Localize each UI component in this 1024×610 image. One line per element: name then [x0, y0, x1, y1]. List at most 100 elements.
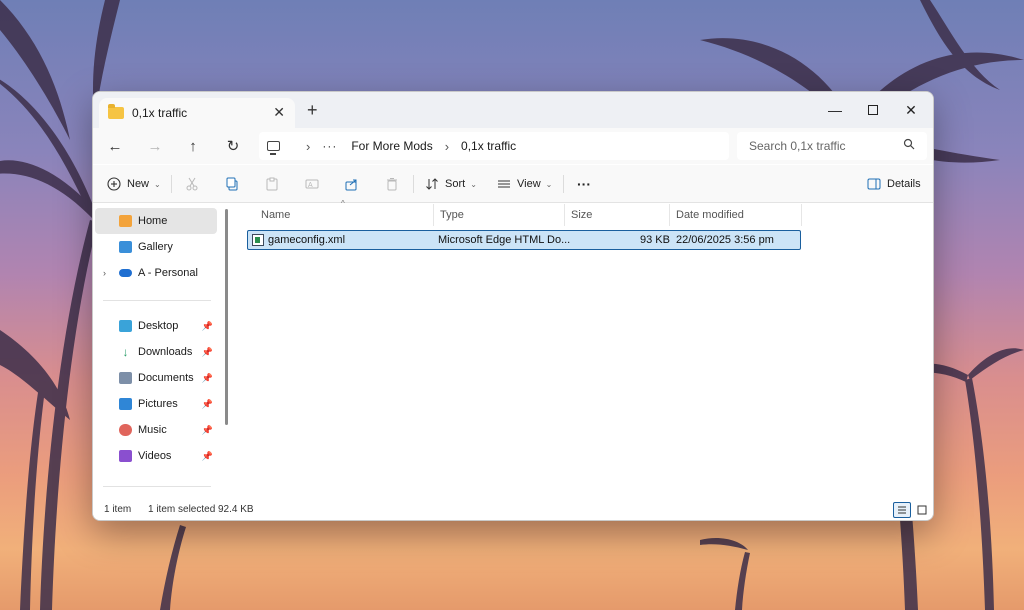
pin-icon: 📌 — [201, 372, 213, 383]
breadcrumb[interactable]: › ··· For More Mods › 0,1x traffic — [259, 132, 729, 160]
details-pane-icon — [867, 178, 881, 190]
tiles-view-button[interactable] — [913, 502, 931, 518]
documents-icon — [119, 372, 132, 384]
file-name: gameconfig.xml — [268, 234, 346, 246]
column-header-type[interactable]: Type — [434, 204, 565, 226]
address-bar: ← → ↑ ↻ › ··· For More Mods › 0,1x traff… — [93, 128, 933, 164]
desktop-icon — [119, 320, 132, 332]
sidebar-item-gallery[interactable]: Gallery — [95, 234, 217, 260]
sidebar-item-label: Pictures — [138, 398, 178, 410]
file-explorer-window: 0,1x traffic ✕ + — ✕ ← → ↑ ↻ › ··· For M… — [92, 91, 934, 521]
sidebar-item-label: Documents — [138, 372, 194, 384]
table-row[interactable]: gameconfig.xml Microsoft Edge HTML Do...… — [247, 230, 801, 250]
sidebar-item-music[interactable]: Music 📌 — [95, 417, 217, 443]
pin-icon: 📌 — [201, 398, 213, 409]
tab-0-1x-traffic[interactable]: 0,1x traffic ✕ — [99, 98, 295, 128]
sidebar-item-label: Gallery — [138, 241, 173, 253]
view-button[interactable]: View ⌄ — [497, 172, 552, 196]
search-box[interactable] — [737, 132, 927, 160]
chevron-right-icon[interactable]: › — [103, 268, 106, 278]
downloads-icon: ↓ — [122, 345, 129, 359]
folder-icon — [108, 104, 124, 119]
breadcrumb-overflow-button[interactable]: ··· — [322, 139, 337, 153]
forward-button[interactable]: → — [141, 134, 169, 158]
cut-button[interactable] — [185, 172, 199, 196]
this-pc-icon[interactable] — [267, 141, 280, 155]
sort-button[interactable]: Sort ⌄ — [425, 172, 477, 196]
details-view-icon — [898, 506, 906, 514]
sidebar-item-label: Home — [138, 215, 168, 227]
refresh-button[interactable]: ↻ — [219, 134, 247, 158]
new-tab-button[interactable]: + — [307, 100, 318, 121]
sidebar-scrollbar[interactable] — [225, 209, 228, 425]
sidebar-item-desktop[interactable]: Desktop 📌 — [95, 313, 217, 339]
details-pane-button[interactable]: Details — [867, 172, 921, 196]
column-header-date-modified[interactable]: Date modified — [670, 204, 802, 226]
file-type: Microsoft Edge HTML Do... — [438, 234, 571, 246]
delete-button[interactable] — [385, 172, 399, 196]
title-bar: 0,1x traffic ✕ + — ✕ — [93, 92, 933, 128]
close-button[interactable]: ✕ — [891, 92, 931, 128]
music-icon — [119, 424, 132, 436]
column-header-size[interactable]: Size — [565, 204, 670, 226]
chevron-right-icon[interactable]: › — [306, 139, 310, 154]
status-bar: 1 item 1 item selected 92.4 KB — [93, 500, 933, 520]
view-icon — [498, 180, 510, 188]
sidebar-item-label: Desktop — [138, 320, 179, 332]
rename-button[interactable]: A — [305, 172, 319, 196]
rename-icon: A — [305, 179, 319, 189]
chevron-down-icon: ⌄ — [545, 179, 553, 189]
breadcrumb-for-more-mods[interactable]: For More Mods — [351, 139, 432, 153]
breadcrumb-current-folder[interactable]: 0,1x traffic — [461, 139, 516, 153]
plus-circle-icon — [107, 177, 121, 191]
maximize-button[interactable] — [853, 92, 893, 128]
cut-icon — [186, 177, 198, 191]
delete-icon — [387, 178, 397, 191]
sidebar-item-onedrive-personal[interactable]: › A - Personal — [95, 260, 217, 286]
share-button[interactable] — [345, 172, 359, 196]
toolbar-divider — [413, 175, 414, 193]
chevron-down-icon: ⌄ — [154, 179, 161, 189]
paste-icon — [266, 177, 278, 191]
new-button[interactable]: New ⌄ — [107, 172, 161, 196]
copy-icon — [226, 177, 238, 191]
details-view-button[interactable] — [893, 502, 911, 518]
svg-text:A: A — [308, 182, 313, 189]
pin-icon: 📌 — [201, 346, 213, 357]
copy-button[interactable] — [225, 172, 239, 196]
pictures-icon — [119, 398, 132, 410]
videos-icon — [119, 450, 132, 462]
home-icon — [119, 215, 132, 227]
sidebar-item-pictures[interactable]: Pictures 📌 — [95, 391, 217, 417]
xml-file-icon — [252, 234, 264, 246]
sidebar-item-label: A - Personal — [138, 267, 198, 279]
column-header-name[interactable]: Name — [255, 204, 434, 226]
minimize-button[interactable]: — — [815, 92, 855, 128]
tab-close-button[interactable]: ✕ — [273, 104, 285, 121]
sidebar-item-downloads[interactable]: ↓ Downloads 📌 — [95, 339, 217, 365]
selection-status: 1 item selected — [148, 504, 216, 515]
tab-title: 0,1x traffic — [132, 106, 188, 120]
search-input[interactable] — [749, 139, 899, 153]
sidebar-divider — [103, 486, 211, 487]
view-button-label: View — [517, 178, 541, 190]
sidebar-item-home[interactable]: Home — [95, 208, 217, 234]
file-date-modified: 22/06/2025 3:56 pm — [676, 234, 774, 246]
selection-size: 92.4 KB — [218, 504, 254, 515]
paste-button[interactable] — [265, 172, 279, 196]
sidebar-item-videos[interactable]: Videos 📌 — [95, 443, 217, 469]
up-button[interactable]: ↑ — [179, 134, 207, 158]
sidebar-item-label: Music — [138, 424, 167, 436]
pin-icon: 📌 — [201, 450, 213, 461]
new-button-label: New — [127, 178, 150, 190]
file-list: ^ Name Type Size Date modified gameconfi… — [233, 199, 933, 502]
back-button[interactable]: ← — [101, 134, 129, 158]
sidebar-item-documents[interactable]: Documents 📌 — [95, 365, 217, 391]
search-icon[interactable] — [903, 138, 915, 150]
chevron-right-icon[interactable]: › — [445, 139, 449, 154]
sort-icon — [426, 178, 438, 190]
more-options-button[interactable]: ··· — [577, 172, 591, 196]
sort-button-label: Sort — [445, 178, 466, 190]
gallery-icon — [119, 241, 132, 253]
maximize-icon — [868, 105, 878, 115]
